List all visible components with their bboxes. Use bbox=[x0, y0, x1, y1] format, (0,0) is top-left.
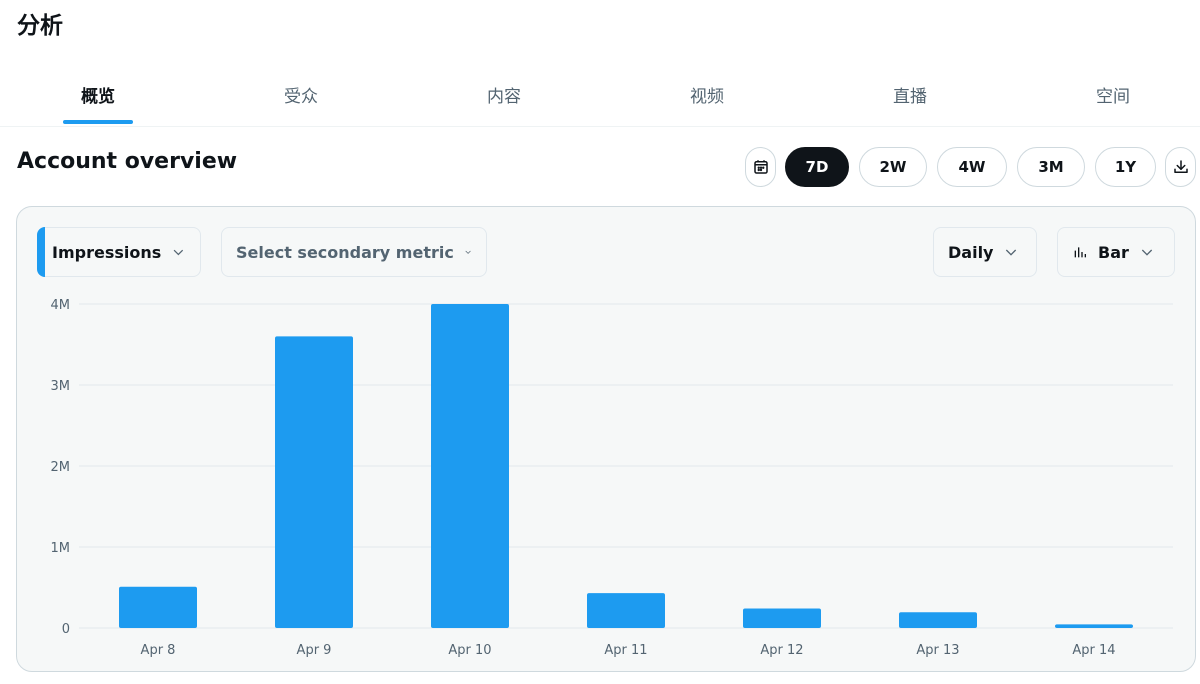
range-4w-button[interactable]: 4W bbox=[937, 147, 1007, 187]
y-tick-label: 0 bbox=[62, 622, 70, 637]
tab-label: 概览 bbox=[81, 86, 115, 107]
primary-metric-select[interactable]: Impressions bbox=[37, 227, 201, 277]
x-tick-label: Apr 10 bbox=[448, 643, 491, 658]
impressions-bar-chart: 0 1M 2M 3M 4M Apr 8 Apr 9 Apr 10 Apr 11 Apr 12 Apr… bbox=[51, 298, 1173, 658]
page-title: 分析 bbox=[17, 13, 63, 39]
tab-label: 直播 bbox=[893, 86, 927, 107]
secondary-metric-select[interactable]: Select secondary metric bbox=[221, 227, 487, 277]
tab-content[interactable]: 内容 bbox=[434, 62, 574, 126]
chart-bar[interactable] bbox=[431, 304, 509, 628]
tab-spaces[interactable]: 空间 bbox=[1043, 62, 1183, 126]
x-tick-label: Apr 11 bbox=[604, 643, 647, 658]
x-tick-label: Apr 8 bbox=[141, 643, 176, 658]
tab-label: 视频 bbox=[690, 86, 724, 107]
chart-bar[interactable] bbox=[743, 608, 821, 628]
metric-accent-bar bbox=[37, 227, 45, 277]
chevron-down-icon bbox=[173, 249, 184, 256]
chart-type-label: Bar bbox=[1098, 242, 1129, 262]
y-tick-label: 3M bbox=[51, 379, 71, 394]
tab-audience[interactable]: 受众 bbox=[231, 62, 371, 126]
primary-metric-label: Impressions bbox=[52, 242, 162, 262]
range-7d-button[interactable]: 7D bbox=[785, 147, 849, 187]
overview-chart-card: Impressions Select secondary metric Dail… bbox=[16, 206, 1196, 672]
calendar-icon bbox=[753, 160, 768, 174]
active-tab-indicator bbox=[63, 120, 133, 124]
chevron-down-icon bbox=[465, 250, 471, 254]
tab-live[interactable]: 直播 bbox=[840, 62, 980, 126]
tab-label: 受众 bbox=[284, 86, 318, 107]
interval-label: Daily bbox=[948, 242, 994, 262]
chart-type-select[interactable]: Bar bbox=[1057, 227, 1175, 277]
tab-overview[interactable]: 概览 bbox=[28, 62, 168, 126]
chart-bar[interactable] bbox=[275, 336, 353, 628]
y-tick-label: 2M bbox=[51, 460, 71, 475]
x-tick-label: Apr 14 bbox=[1072, 643, 1115, 658]
range-3m-button[interactable]: 3M bbox=[1017, 147, 1085, 187]
analytics-tabs: 概览 受众 内容 视频 直播 空间 bbox=[0, 62, 1200, 127]
chart-bar[interactable] bbox=[119, 586, 197, 628]
x-tick-label: Apr 12 bbox=[760, 643, 803, 658]
download-button[interactable] bbox=[1165, 147, 1196, 187]
interval-select[interactable]: Daily bbox=[933, 227, 1037, 277]
chart-bar[interactable] bbox=[1055, 624, 1133, 628]
chart-bar[interactable] bbox=[899, 612, 977, 628]
download-icon bbox=[1173, 160, 1188, 173]
tab-label: 内容 bbox=[487, 86, 521, 107]
tab-video[interactable]: 视频 bbox=[637, 62, 777, 126]
chevron-down-icon bbox=[1006, 249, 1017, 256]
x-tick-label: Apr 13 bbox=[916, 643, 959, 658]
x-tick-label: Apr 9 bbox=[297, 643, 332, 658]
calendar-button[interactable] bbox=[745, 147, 776, 187]
y-tick-label: 4M bbox=[51, 298, 71, 313]
chart-bar[interactable] bbox=[587, 593, 665, 628]
bar-chart-icon bbox=[1074, 247, 1086, 258]
range-2w-button[interactable]: 2W bbox=[859, 147, 927, 187]
chevron-down-icon bbox=[1141, 249, 1153, 256]
tab-label: 空间 bbox=[1096, 86, 1130, 107]
y-tick-label: 1M bbox=[51, 541, 71, 556]
date-range-controls: 7D 2W 4W 3M 1Y bbox=[0, 147, 1200, 187]
secondary-metric-label: Select secondary metric bbox=[236, 242, 454, 262]
range-1y-button[interactable]: 1Y bbox=[1095, 147, 1156, 187]
